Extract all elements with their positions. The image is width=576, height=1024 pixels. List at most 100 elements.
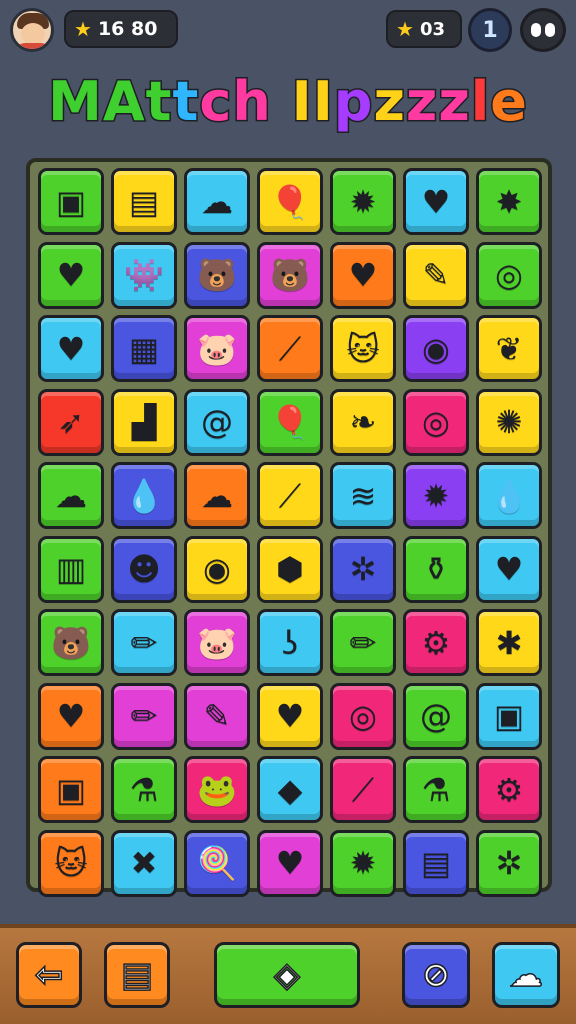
back-button[interactable]: ⇦ [16,942,82,1008]
puzzle-tile[interactable]: ⚱ [403,535,469,603]
puzzle-tile[interactable]: ☻ [111,535,177,603]
game-title: MAttch IIpzzzle [0,69,576,150]
puzzle-tile[interactable]: ◎ [476,241,542,309]
bottom-toolbar: ⇦ ▤ ◈ ⊘ ☁ [0,924,576,1024]
puzzle-tile[interactable]: ⟋ [257,315,323,382]
puzzle-tile[interactable]: ♥ [330,241,396,309]
puzzle-tile[interactable]: ❧ [330,388,396,456]
hook-icon: ʖ [281,623,299,662]
cloud-icon: ☁ [55,476,87,515]
puzzle-tile[interactable]: ▤ [403,829,469,897]
puzzle-tile[interactable]: ✹ [330,829,396,897]
stars-value: 03 [419,18,445,40]
hint-button[interactable]: ◈ [214,942,360,1008]
puzzle-tile[interactable]: ⬢ [257,535,323,603]
picture-icon: ▦ [128,329,160,368]
puzzle-tile[interactable]: ✎ [184,682,250,750]
drop-icon: 💧 [489,476,529,515]
puzzle-tile[interactable]: ◉ [184,535,250,603]
puzzle-tile[interactable]: ✸ [476,168,542,235]
puzzle-tile[interactable]: ♥ [403,168,469,235]
puzzle-tile[interactable]: ☁ [184,462,250,529]
puzzle-tile[interactable]: ✹ [330,168,396,235]
puzzle-tile[interactable]: 🍭 [184,829,250,897]
puzzle-tile[interactable]: ☁ [38,462,104,529]
title-letter [272,70,292,133]
bear-icon: 🐻 [270,256,310,294]
puzzle-tile[interactable]: 🐱 [38,829,104,897]
inventory-button[interactable]: ▤ [104,942,170,1008]
puzzle-tile[interactable]: ⟋ [257,462,323,529]
puzzle-tile[interactable]: ♥ [38,315,104,382]
puzzle-tile[interactable]: ◎ [330,682,396,750]
puzzle-tile[interactable]: ▣ [38,168,104,235]
puzzle-tile[interactable]: ⚗ [111,756,177,823]
puzzle-tile[interactable]: ⚗ [403,756,469,823]
shuffle-button[interactable]: ⊘ [402,942,470,1008]
puzzle-tile[interactable]: ✹ [403,462,469,529]
star-burst-icon: ✸ [495,182,523,221]
ring-icon: ◉ [422,329,450,368]
powerup-button[interactable]: ☁ [492,942,560,1008]
puzzle-tile[interactable]: ✏ [111,682,177,750]
swirl-icon: ≋ [349,476,377,515]
puzzle-tile[interactable]: ♥ [257,682,323,750]
puzzle-tile[interactable]: ⚙ [476,756,542,823]
level-button[interactable]: 1 [468,8,512,52]
wand-icon: ⟋ [278,329,302,368]
puzzle-tile[interactable]: ⟋ [330,756,396,823]
puzzle-tile[interactable]: ♥ [257,829,323,897]
squares-icon: ▣ [55,182,87,221]
puzzle-tile[interactable]: 💧 [111,462,177,529]
puzzle-tile[interactable]: ♥ [38,682,104,750]
gear-icon: ✲ [349,550,377,588]
puzzle-tile[interactable]: ◉ [403,315,469,382]
puzzle-tile[interactable]: ≋ [330,462,396,529]
puzzle-tile[interactable]: ▦ [111,315,177,382]
puzzle-tile[interactable]: 🎈 [257,168,323,235]
puzzle-tile[interactable]: ♥ [476,535,542,603]
puzzle-tile[interactable]: ➶ [38,388,104,456]
player-avatar[interactable] [10,8,54,52]
puzzle-tile[interactable]: 🐷 [184,609,250,676]
puzzle-tile[interactable]: ▥ [38,535,104,603]
title-letter: I [311,69,334,135]
puzzle-tile[interactable]: 🐻 [38,609,104,676]
puzzle-tile[interactable]: ▣ [476,682,542,750]
title-letter: z [437,69,471,135]
puzzle-tile[interactable]: ▟ [111,388,177,456]
puzzle-tile[interactable]: ✺ [476,388,542,456]
puzzle-tile[interactable]: ▤ [111,168,177,235]
puzzle-tile[interactable]: ✲ [476,829,542,897]
puzzle-tile[interactable]: @ [403,682,469,750]
pot-icon: ⚱ [422,550,450,588]
puzzle-tile[interactable]: 🐷 [184,315,250,382]
puzzle-tile[interactable]: 👾 [111,241,177,309]
puzzle-tile[interactable]: ✎ [403,241,469,309]
puzzle-tile[interactable]: ✱ [476,609,542,676]
pencil-icon: ✎ [422,256,450,294]
puzzle-tile[interactable]: ☁ [184,168,250,235]
crayon-icon: ✏ [130,623,158,662]
puzzle-tile[interactable]: ♥ [38,241,104,309]
puzzle-tile[interactable]: 🎈 [257,388,323,456]
puzzle-tile[interactable]: ❦ [476,315,542,382]
pause-button[interactable] [520,8,566,52]
puzzle-tile[interactable]: ◎ [403,388,469,456]
puzzle-tile[interactable]: 🐱 [330,315,396,382]
puzzle-tile[interactable]: ✏ [330,609,396,676]
puzzle-tile[interactable]: ▣ [38,756,104,823]
puzzle-tile[interactable]: @ [184,388,250,456]
tile-grid: ▣ ▤ ☁ 🎈 ✹ ♥ ✸ ♥ 👾 🐻 🐻 ♥ ✎ ◎ ♥ ▦ 🐷 ⟋ 🐱 ◉ ❦ ➶ ▟ @ 🎈 ❧ ◎ ✺ ☁ 💧 ☁ ⟋ ≋ ✹ 💧 ▥ ☻ ◉ ⬢ ✲… [38,168,542,897]
puzzle-tile[interactable]: 🐻 [184,241,250,309]
puzzle-tile[interactable]: ◆ [257,756,323,823]
puzzle-tile[interactable]: 💧 [476,462,542,529]
puzzle-tile[interactable]: ʖ [257,609,323,676]
puzzle-tile[interactable]: ✖ [111,829,177,897]
puzzle-tile[interactable]: ✲ [330,535,396,603]
puzzle-tile[interactable]: 🐻 [257,241,323,309]
puzzle-tile[interactable]: ✏ [111,609,177,676]
target-icon: ◎ [495,256,523,294]
puzzle-tile[interactable]: 🐸 [184,756,250,823]
puzzle-tile[interactable]: ⚙ [403,609,469,676]
